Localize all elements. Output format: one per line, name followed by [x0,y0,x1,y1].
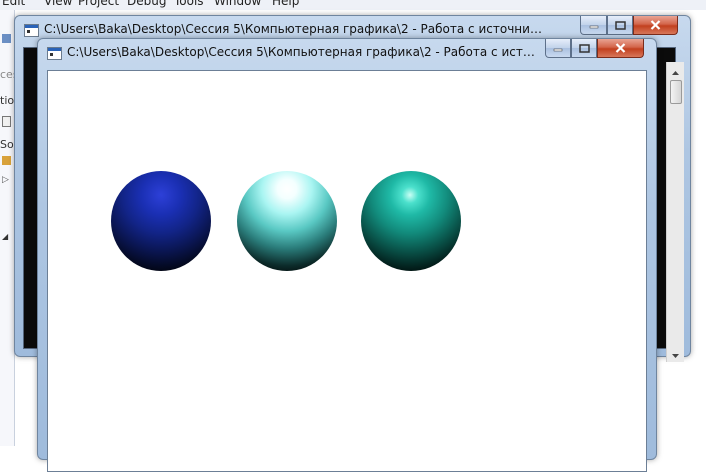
close-button[interactable] [633,16,678,35]
white-cyan-sphere [237,171,337,271]
scrollbar-thumb[interactable] [670,80,682,104]
maximize-button[interactable] [607,16,633,35]
document-icon[interactable] [2,116,11,127]
back-window-title: C:\Users\Baka\Desktop\Сессия 5\Компьютер… [44,22,544,36]
menu-item-project[interactable]: Project [78,0,119,8]
minimize-button[interactable] [580,16,607,35]
menu-item-edit[interactable]: Edit [2,0,25,8]
close-button[interactable] [597,39,644,58]
toolbar-icon[interactable] [2,34,11,43]
expand-arrow-icon[interactable]: ▷ [2,176,11,185]
close-icon [615,43,626,53]
solution-icon[interactable] [2,156,11,165]
front-window-title: C:\Users\Baka\Desktop\Сессия 5\Компьютер… [67,45,542,59]
minimize-button[interactable] [545,39,571,58]
menu-item-help[interactable]: Help [272,0,299,8]
close-icon [650,20,661,30]
front-window-controls [545,39,644,58]
console-app-icon [24,24,39,37]
ide-menubar: Edit View Project Debug Tools Window Hel… [0,0,706,10]
maximize-icon [578,43,590,53]
collapse-arrow-icon[interactable]: ◢ [2,232,11,241]
sidebar-label-tio: tio [0,94,15,107]
menu-item-debug[interactable]: Debug [127,0,166,8]
ide-sidebar: ces tio So ▷ ◢ [0,10,19,446]
scroll-up-icon [672,64,679,78]
vertical-scrollbar[interactable] [666,62,684,362]
back-window-controls [580,16,678,35]
scroll-down-button[interactable] [667,345,684,362]
maximize-button[interactable] [571,39,597,58]
minimize-icon [589,21,599,29]
menu-item-view[interactable]: View [44,0,72,8]
maximize-icon [614,20,626,30]
scroll-up-button[interactable] [667,62,684,79]
sidebar-label-so: So [0,138,14,151]
scroll-down-icon [672,347,679,361]
console-app-icon [47,47,62,60]
menu-item-tools[interactable]: Tools [174,0,204,8]
menu-item-window[interactable]: Window [214,0,261,8]
front-render-window: C:\Users\Baka\Desktop\Сессия 5\Компьютер… [37,38,657,472]
render-canvas[interactable] [47,70,647,472]
minimize-icon [553,44,563,52]
teal-sphere [361,171,461,271]
blue-sphere [111,171,211,271]
